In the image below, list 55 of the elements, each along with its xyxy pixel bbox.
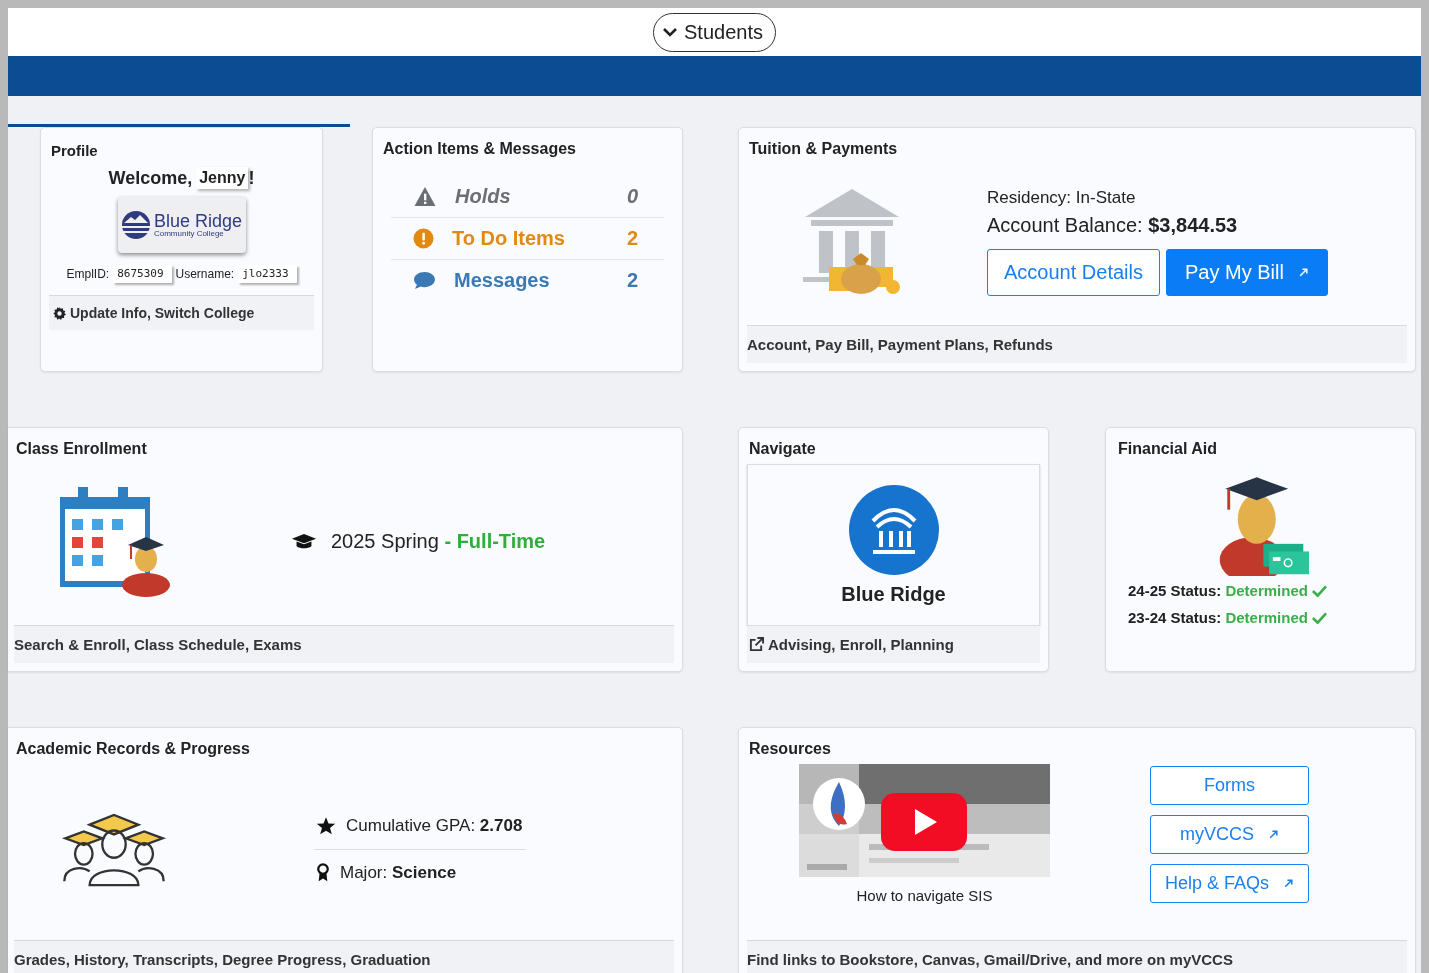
details-button[interactable]: Account Details — [987, 248, 1160, 296]
field-label: EmplID: — [66, 267, 110, 281]
students-dropdown-button[interactable]: Students — [653, 12, 776, 52]
name-label: Jenny — [196, 167, 249, 189]
field-value: 8675309 — [113, 265, 172, 283]
building-logo-icon — [848, 484, 939, 575]
warning-icon — [413, 186, 437, 207]
enrollment-status: - Full-Time — [444, 530, 546, 552]
card-title: Resources — [748, 739, 832, 758]
app-name: Blue Ridge — [841, 582, 946, 606]
residency-text: Residency: In-State — [987, 187, 1137, 208]
graduation-cap-icon — [291, 533, 317, 550]
card-title: Tuition & Payments — [748, 139, 899, 158]
chat-bubble-icon — [413, 271, 436, 290]
card-title: Class Enrollment — [15, 439, 148, 458]
action-item-count: 2 — [626, 269, 638, 292]
aid-status-value: Determined — [1225, 582, 1308, 599]
aid-status-label: 23-24 Status: — [1128, 609, 1222, 626]
ribbon-icon — [316, 863, 330, 882]
chevron-down-icon — [662, 27, 678, 37]
action-item-label[interactable]: Holds — [455, 185, 627, 208]
logo-subtitle: Community College — [153, 230, 224, 238]
field-value: jlo2333 — [238, 265, 297, 283]
card-title: Action Items & Messages — [382, 139, 577, 158]
external-link-icon — [749, 637, 764, 652]
card-title: Academic Records & Progress — [15, 739, 251, 758]
graduates-group-icon — [60, 811, 168, 887]
action-item-count: 2 — [626, 227, 638, 250]
resource-link-button[interactable]: Forms — [1150, 766, 1309, 805]
aid-status-label: 24-25 Status: — [1128, 582, 1222, 599]
settings-icon — [53, 306, 66, 320]
card-title: Navigate — [748, 439, 817, 458]
exclamation-text: ! — [248, 168, 255, 189]
card-link-text[interactable]: Search & Enroll, Class Schedule, Exams — [14, 636, 302, 653]
exclamation-icon — [413, 228, 434, 249]
logo-name: Blue Ridge — [153, 212, 243, 230]
aid-status-value: Determined — [1225, 609, 1308, 626]
pay-button[interactable]: Pay My Bill — [1165, 248, 1328, 296]
resource-link-button[interactable]: myVCCS — [1150, 815, 1309, 854]
action-item-count: 0 — [626, 185, 638, 208]
term-text: 2025 Spring — [331, 530, 439, 552]
welcome-text: Welcome, — [108, 168, 193, 189]
video-caption: How to navigate SIS — [856, 887, 993, 904]
navigate-tile[interactable]: Blue Ridge — [747, 464, 1040, 626]
field-label: Username: — [175, 267, 235, 281]
record-stat: Cumulative GPA: 2.708 — [346, 815, 523, 836]
mountain-logo-icon — [120, 210, 151, 240]
card-title: Profile — [50, 141, 99, 159]
resource-link-button[interactable]: Help & FAQs — [1150, 864, 1309, 903]
account-balance-text: Account Balance: $3,844.53 — [987, 213, 1239, 237]
card-title: Financial Aid — [1117, 439, 1218, 458]
star-icon — [316, 815, 336, 836]
play-button-icon[interactable] — [881, 793, 967, 851]
record-stat: Major: Science — [340, 862, 457, 883]
action-item-label[interactable]: Messages — [454, 269, 627, 292]
